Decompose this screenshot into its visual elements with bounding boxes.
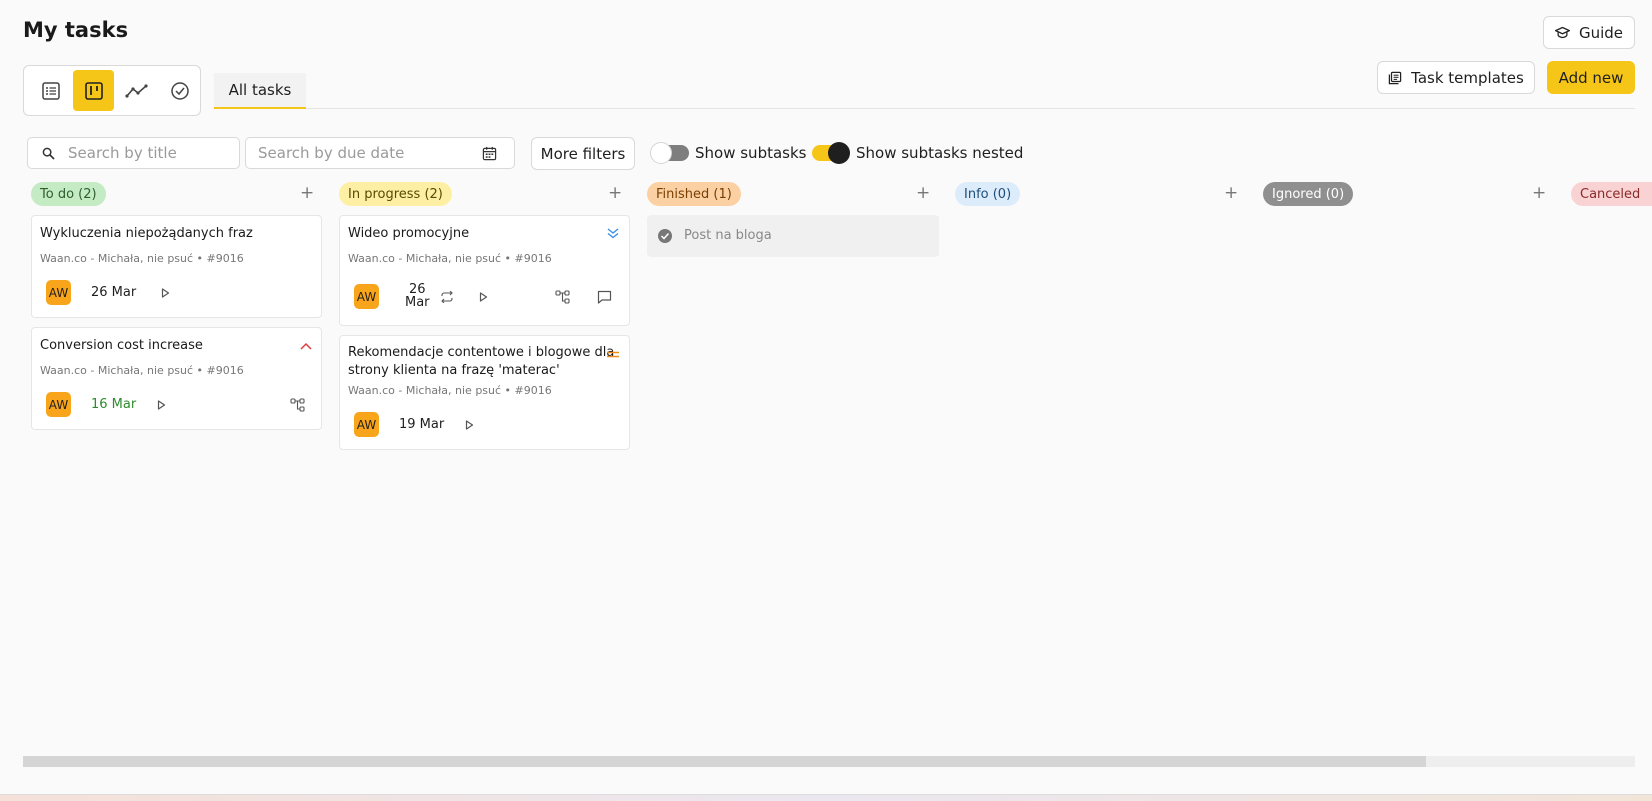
task-card[interactable]: Conversion cost increase Waan.co - Micha… [31,327,322,430]
add-new-button[interactable]: Add new [1547,61,1635,94]
scrollbar-thumb[interactable] [23,756,1426,767]
task-meta: Waan.co - Michała, nie psuć • #9016 [348,252,552,265]
task-meta: Waan.co - Michała, nie psuć • #9016 [348,384,552,397]
play-icon[interactable] [157,400,166,410]
guide-button[interactable]: Guide [1543,16,1635,49]
horizontal-scrollbar[interactable] [23,756,1635,767]
list-view-button[interactable] [30,70,71,111]
task-card-finished[interactable]: Post na bloga [647,215,939,257]
search-icon [42,147,55,160]
due-date[interactable]: 26 Mar [91,285,136,300]
avatar[interactable]: AW [354,284,379,309]
avatar[interactable]: AW [354,412,379,437]
kanban-icon [84,81,103,100]
tab-divider [306,108,1635,109]
toggle-knob [650,142,672,164]
task-title-line: Rekomendacje contentowe i blogowe dla [348,345,615,360]
play-icon[interactable] [161,288,170,298]
subtasks-tree-icon[interactable] [290,398,305,412]
play-icon[interactable] [465,420,474,430]
show-subtasks-toggle[interactable] [650,142,689,164]
list-icon [41,81,60,100]
due-date[interactable]: 19 Mar [399,417,444,432]
task-card[interactable]: Rekomendacje contentowe i blogowe dla st… [339,335,630,450]
priority-high-chevron-icon [300,342,312,350]
comment-icon[interactable] [597,290,612,304]
calendar-icon[interactable] [482,146,497,161]
search-title-placeholder: Search by title [68,144,177,162]
trend-line-icon [124,83,148,98]
avatar[interactable]: AW [46,280,71,305]
task-title: Conversion cost increase [40,338,203,353]
task-title: Wykluczenia niepożądanych fraz [40,226,253,241]
task-title: Rekomendacje contentowe i blogowe dla st… [348,344,614,380]
search-due-date-input[interactable]: Search by due date [245,137,515,169]
search-title-input[interactable]: Search by title [27,137,240,169]
show-subtasks-nested-label: Show subtasks nested [856,144,1024,162]
task-title: Post na bloga [684,228,772,243]
due-date-month: Mar [405,295,430,310]
priority-medium-icon [607,351,619,358]
board-view-button[interactable] [73,70,114,111]
column-header-info: Info (0) [955,182,1021,206]
graduation-cap-icon [1554,26,1570,39]
column-header-todo: To do (2) [31,182,106,206]
window-bottom-edge [0,794,1652,801]
show-subtasks-label: Show subtasks [695,144,807,162]
play-icon[interactable] [479,292,488,302]
add-finished-plus-icon[interactable]: + [916,183,930,203]
page-title: My tasks [23,18,129,42]
search-due-placeholder: Search by due date [258,144,405,162]
column-header-canceled: Canceled [1571,182,1652,206]
avatar[interactable]: AW [46,392,71,417]
column-header-finished: Finished (1) [647,182,741,206]
more-filters-button[interactable]: More filters [531,137,635,170]
view-switcher [23,65,201,116]
toggle-knob [828,142,850,164]
show-subtasks-nested-toggle[interactable] [812,142,850,164]
add-in-progress-plus-icon[interactable]: + [608,183,622,203]
task-templates-label: Task templates [1411,68,1524,87]
add-todo-plus-icon[interactable]: + [300,183,314,203]
task-meta: Waan.co - Michała, nie psuć • #9016 [40,252,244,265]
column-header-in-progress: In progress (2) [339,182,452,206]
priority-low-double-chevron-icon [607,228,619,239]
task-title-line: strony klienta na frazę 'materac' [348,363,560,378]
add-info-plus-icon[interactable]: + [1224,183,1238,203]
guide-label: Guide [1578,23,1624,42]
templates-icon [1388,71,1402,85]
done-view-button[interactable] [159,70,200,111]
due-date[interactable]: 16 Mar [91,397,136,412]
check-circle-icon [170,81,189,100]
check-filled-icon [658,229,672,243]
chart-view-button[interactable] [116,70,157,111]
tab-all-tasks[interactable]: All tasks [214,73,306,109]
due-date[interactable]: 26 Mar [405,283,430,309]
task-meta: Waan.co - Michała, nie psuć • #9016 [40,364,244,377]
column-header-ignored: Ignored (0) [1263,182,1354,206]
add-ignored-plus-icon[interactable]: + [1532,183,1546,203]
task-title: Wideo promocyjne [348,226,470,241]
recurring-icon [441,291,453,303]
task-templates-button[interactable]: Task templates [1377,61,1535,94]
subtasks-tree-icon[interactable] [555,290,570,304]
task-card[interactable]: Wideo promocyjne Waan.co - Michała, nie … [339,215,630,326]
task-card[interactable]: Wykluczenia niepożądanych fraz Waan.co -… [31,215,322,318]
